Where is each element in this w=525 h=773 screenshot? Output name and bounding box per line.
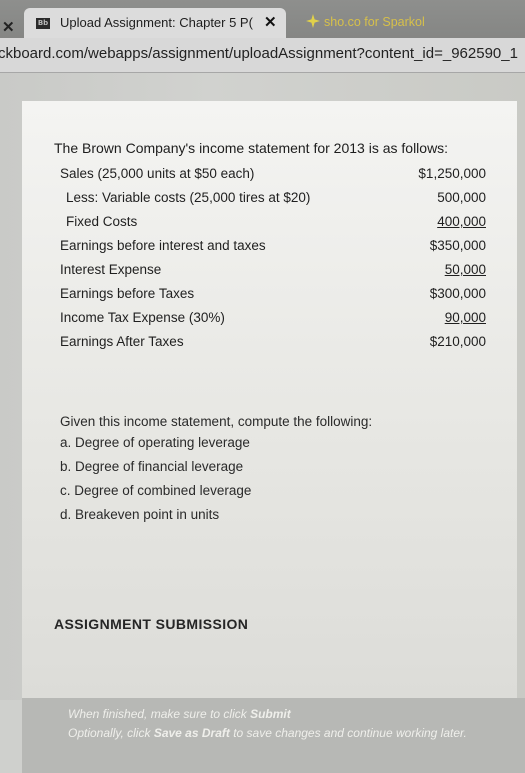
note-text: Optionally, click [68,726,154,740]
tab-sparkol[interactable]: sho.co for Sparkol [294,8,514,38]
submission-note-area: When finished, make sure to click Submit… [22,698,525,773]
sparkol-icon [306,14,320,28]
question-title: The Brown Company's income statement for… [54,140,449,156]
note-text: to save changes and continue working lat… [229,726,467,740]
assignment-content: The Brown Company's income statement for… [22,101,517,701]
table-row: Earnings before Taxes $300,000 [60,286,500,310]
tab-close-icon[interactable]: ✕ [264,13,277,31]
row-label: Income Tax Expense (30%) [60,310,225,325]
task-list: a. Degree of operating leverage b. Degre… [60,434,372,530]
row-label: Earnings before interest and taxes [60,238,266,253]
submission-note-line-1: When finished, make sure to click Submit [68,707,291,721]
list-item: a. Degree of operating leverage [60,435,250,450]
note-text: When finished, make sure to click [68,707,251,721]
table-row: Earnings After Taxes $210,000 [60,334,500,358]
table-row: Earnings before interest and taxes $350,… [60,238,500,262]
browser-chrome: ✕ Bb Upload Assignment: Chapter 5 P( ✕ s… [0,0,525,73]
table-row: Interest Expense 50,000 [60,262,500,286]
tab-title: Upload Assignment: Chapter 5 P( [60,15,253,30]
row-value: $350,000 [429,238,486,253]
blackboard-favicon-icon: Bb [36,18,50,29]
table-row: Income Tax Expense (30%) 90,000 [60,310,500,334]
row-value: 400,000 [437,214,486,229]
row-label: Interest Expense [60,262,162,277]
list-item: c. Degree of combined leverage [60,483,252,498]
table-row: Less: Variable costs (25,000 tires at $2… [60,190,500,214]
row-label: Earnings before Taxes [60,286,195,301]
row-value: $1,250,000 [418,166,486,181]
url-text[interactable]: ckboard.com/webapps/assignment/uploadAss… [0,45,518,62]
tab-title: sho.co for Sparkol [324,15,425,29]
assignment-submission-heading: ASSIGNMENT SUBMISSION [54,616,249,632]
table-row: Fixed Costs 400,000 [60,214,500,238]
submit-keyword: Submit [250,707,291,721]
address-bar[interactable]: ckboard.com/webapps/assignment/uploadAss… [0,38,525,73]
income-statement: Sales (25,000 units at $50 each) $1,250,… [60,166,500,358]
instructions: Given this income statement, compute the… [60,414,372,530]
row-label: Sales (25,000 units at $50 each) [60,166,255,181]
table-row: Sales (25,000 units at $50 each) $1,250,… [60,166,500,190]
submission-note-line-2: Optionally, click Save as Draft to save … [68,726,467,740]
close-icon[interactable]: ✕ [2,18,15,36]
list-item: d. Breakeven point in units [60,507,220,522]
instructions-intro: Given this income statement, compute the… [60,414,373,429]
row-value: 50,000 [444,262,486,277]
row-label: Less: Variable costs (25,000 tires at $2… [66,190,311,205]
row-value: $210,000 [429,334,486,349]
row-value: 500,000 [437,190,486,205]
row-value: 90,000 [444,310,486,325]
row-label: Fixed Costs [66,214,138,229]
row-label: Earnings After Taxes [60,334,184,349]
page-area: The Brown Company's income statement for… [0,73,525,773]
save-as-draft-keyword: Save as Draft [153,726,230,740]
tab-upload-assignment[interactable]: Bb Upload Assignment: Chapter 5 P( ✕ [24,8,286,38]
list-item: b. Degree of financial leverage [60,459,244,474]
sparkol-icon-svg [306,14,320,28]
row-value: $300,000 [429,286,486,301]
